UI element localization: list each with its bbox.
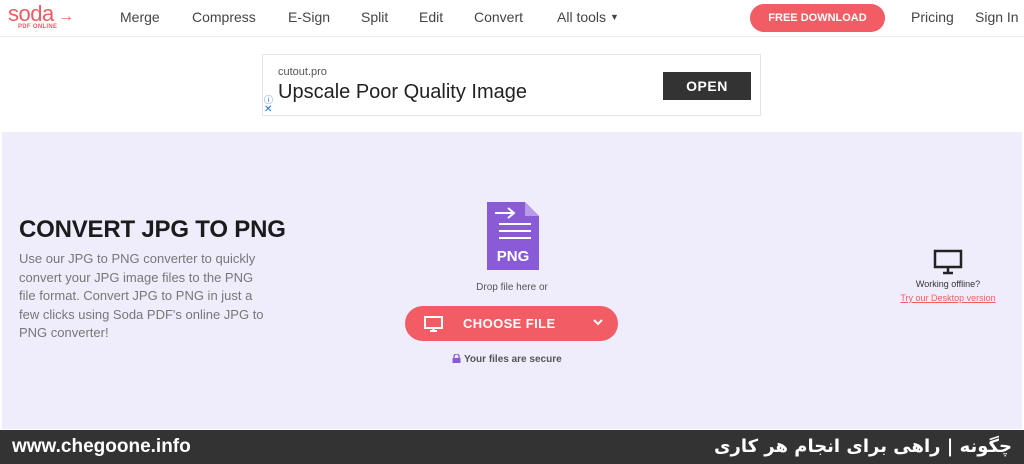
nav-link-compress[interactable]: Compress — [192, 9, 256, 25]
watermark-url: www.chegoone.info — [12, 436, 191, 457]
monitor-icon — [424, 316, 443, 332]
secure-notice: Your files are secure — [452, 354, 562, 365]
all-tools-label: All tools — [557, 9, 607, 25]
page-description: Use our JPG to PNG converter to quickly … — [19, 251, 264, 340]
ad-open-button[interactable]: OPEN — [663, 72, 751, 100]
chevron-down-icon: ▼ — [610, 12, 619, 22]
nav-link-all-tools[interactable]: All tools ▼ — [557, 9, 619, 25]
png-file-icon: PNG — [487, 202, 539, 270]
ad-domain: cutout.pro — [278, 66, 327, 78]
watermark-tagline: چگونه | راهی برای انجام هر کاری — [713, 436, 1012, 457]
nav-link-edit[interactable]: Edit — [419, 9, 443, 25]
watermark-footer-bar: www.chegoone.info چگونه | راهی برای انجا… — [0, 430, 1024, 464]
nav-link-split[interactable]: Split — [361, 9, 388, 25]
ad-title[interactable]: Upscale Poor Quality Image — [278, 81, 527, 104]
nav-link-sign-in[interactable]: Sign In — [975, 9, 1019, 25]
ad-close-icon[interactable]: ✕ — [264, 104, 272, 115]
lock-icon — [452, 354, 461, 363]
choose-file-button[interactable]: CHOOSE FILE — [405, 306, 618, 341]
choose-file-label: CHOOSE FILE — [463, 316, 556, 331]
secure-text: Your files are secure — [464, 354, 562, 365]
logo-arrow-icon: → — [58, 8, 74, 25]
working-offline-text: Working offline? — [915, 279, 981, 289]
nav-link-merge[interactable]: Merge — [120, 9, 160, 25]
nav-link-esign[interactable]: E-Sign — [288, 9, 330, 25]
ad-banner[interactable]: cutout.pro Upscale Poor Quality Image OP… — [262, 54, 761, 116]
soda-pdf-logo[interactable]: soda → PDF ONLINE — [8, 1, 74, 33]
png-file-label: PNG — [497, 248, 530, 265]
logo-subtitle: PDF ONLINE — [18, 24, 58, 30]
chevron-down-icon[interactable] — [591, 315, 605, 329]
drop-zone-hint: Drop file here or — [476, 282, 548, 293]
desktop-version-link[interactable]: Try our Desktop version — [882, 293, 1014, 303]
converter-hero: CONVERT JPG TO PNG Use our JPG to PNG co… — [2, 132, 1022, 429]
nav-link-pricing[interactable]: Pricing — [911, 9, 954, 25]
desktop-monitor-icon — [933, 249, 963, 275]
nav-link-convert[interactable]: Convert — [474, 9, 523, 25]
top-navbar: soda → PDF ONLINE Merge Compress E-Sign … — [0, 0, 1024, 37]
free-download-button[interactable]: FREE DOWNLOAD — [750, 4, 885, 32]
page-title: CONVERT JPG TO PNG — [19, 216, 286, 243]
